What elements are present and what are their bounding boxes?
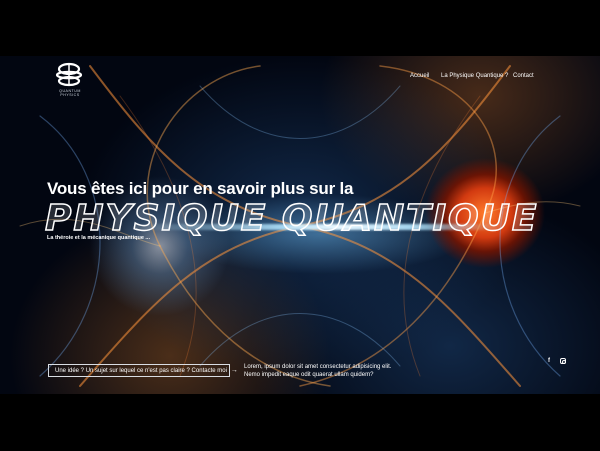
arrow-right-icon: → <box>230 367 238 374</box>
description-line: Lorem, ipsum dolor sit amet consectetur … <box>244 364 392 370</box>
instagram-icon[interactable] <box>560 358 566 364</box>
facebook-icon[interactable]: f <box>548 358 550 364</box>
nav-item-physique-quantique[interactable]: La Physique Quantique ? <box>441 73 508 79</box>
nav-item-contact[interactable]: Contact <box>513 73 534 79</box>
contact-cta-button[interactable]: Une idée ? Un sujet sur lequel ce n'est … <box>48 364 238 377</box>
hero-description: Lorem, ipsum dolor sit amet consectetur … <box>244 363 414 379</box>
cta-label: Une idée ? Un sujet sur lequel ce n'est … <box>55 367 227 374</box>
hero-title: PHYSIQUE QUANTIQUE <box>44 197 539 240</box>
hero-headline: Vous êtes ici pour en savoir plus sur la <box>47 179 354 198</box>
logo-caption: QUANTUM PHYSICS <box>59 89 81 97</box>
nav-item-accueil[interactable]: Accueil <box>410 73 429 79</box>
hero-subtitle: La théroie et la mécanique quantique ... <box>47 235 150 241</box>
description-line: Nemo impedit eaque odit quaerat ullam qu… <box>244 372 374 378</box>
